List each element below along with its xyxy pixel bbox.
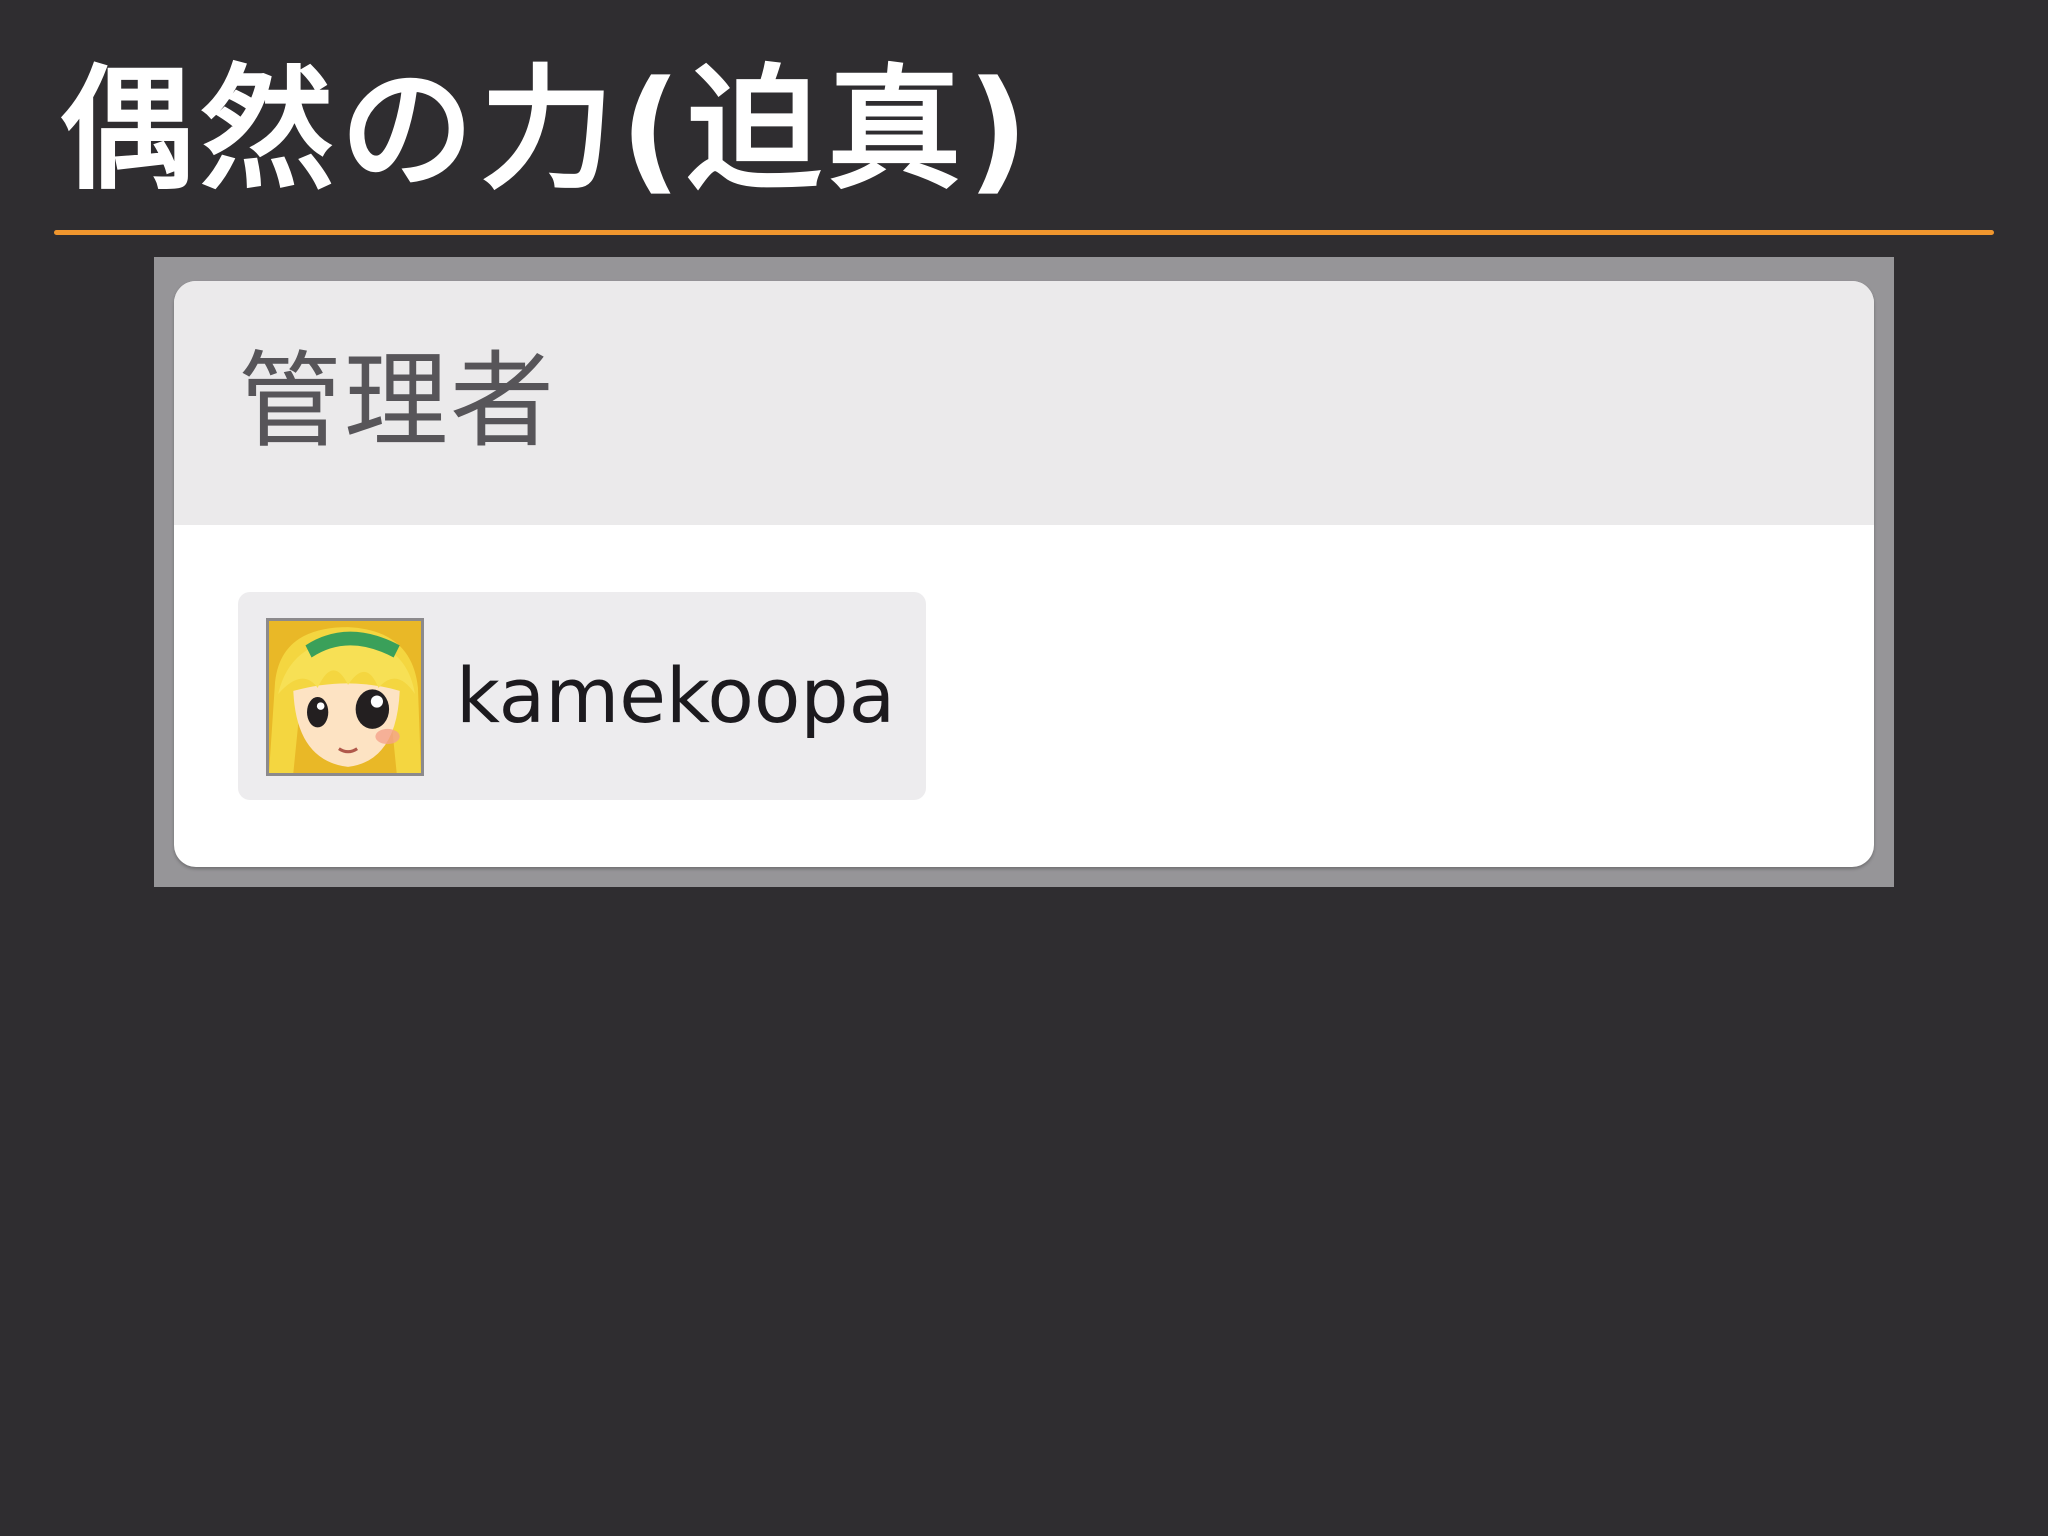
title-underline: [54, 230, 1994, 235]
anime-girl-avatar-icon: [269, 621, 421, 773]
embedded-screenshot: 管理者 kamekoopa: [154, 257, 1894, 887]
slide-title: 偶然の力(迫真): [60, 52, 1035, 208]
member-username[interactable]: kamekoopa: [456, 654, 895, 738]
admin-panel-header: 管理者: [174, 281, 1874, 525]
admin-panel: 管理者 kamekoopa: [174, 281, 1874, 867]
admin-panel-heading: 管理者: [238, 340, 557, 462]
admin-member-chip[interactable]: kamekoopa: [238, 592, 926, 800]
avatar: [266, 618, 424, 776]
slide: 偶然の力(迫真) 管理者 kamekoopa: [0, 0, 2048, 1536]
